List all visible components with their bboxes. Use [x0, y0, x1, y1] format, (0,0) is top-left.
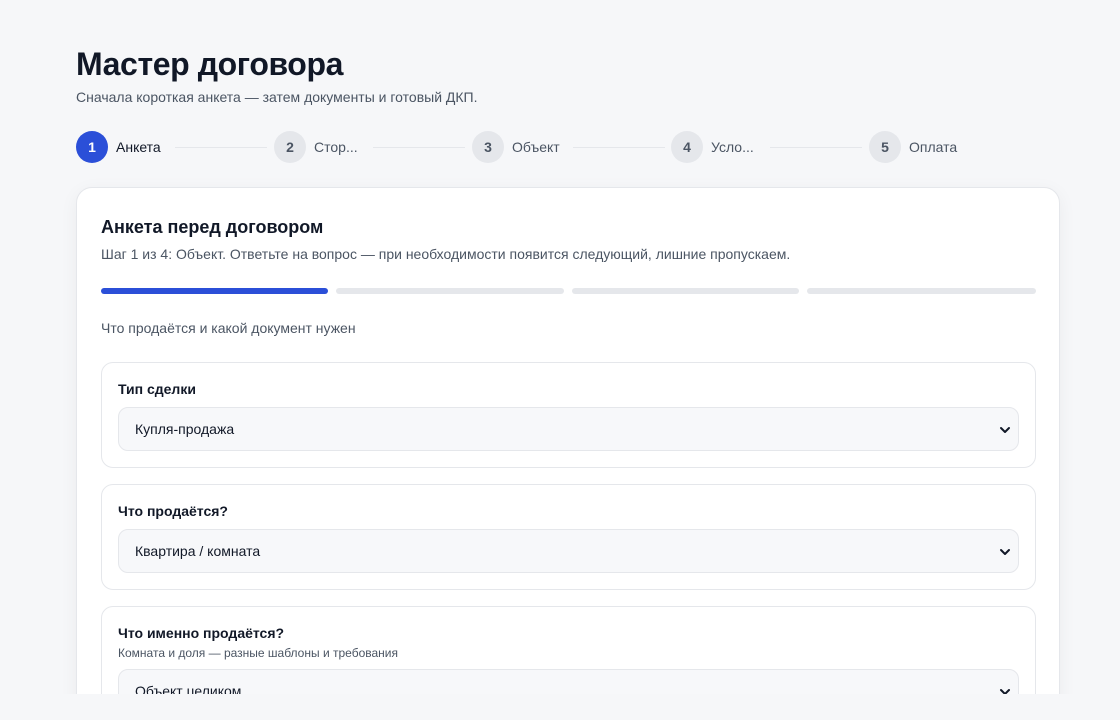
stepper-connector: [770, 147, 862, 148]
chevron-down-icon: [1000, 427, 1010, 433]
progress-segment: [336, 288, 564, 294]
select-value: Купля-продажа: [135, 421, 235, 437]
step-number: 2: [274, 131, 306, 163]
stepper-connector: [175, 147, 267, 148]
step-label: Анкета: [116, 139, 161, 155]
step-label: Оплата: [909, 139, 958, 155]
step-questionnaire[interactable]: 1 Анкета: [76, 131, 161, 163]
select-value: Объект целиком: [135, 683, 242, 694]
chevron-down-icon: [1000, 549, 1010, 555]
sale-scope-select[interactable]: Объект целиком: [118, 669, 1019, 694]
field-label: Что продаётся?: [118, 503, 228, 519]
stepper-connector: [373, 147, 465, 148]
questionnaire-progress: [101, 288, 1036, 294]
select-value: Квартира / комната: [135, 543, 261, 559]
step-label: Стор...: [314, 139, 358, 155]
card-title: Анкета перед договором: [101, 217, 324, 237]
progress-segment: [572, 288, 799, 294]
page: Мастер договора Сначала короткая анкета …: [0, 0, 1120, 720]
card-subtitle: Шаг 1 из 4: Объект. Ответьте на вопрос —…: [101, 246, 791, 262]
questionnaire-card: Анкета перед договором Шаг 1 из 4: Объек…: [76, 187, 1060, 694]
step-payment[interactable]: 5 Оплата: [869, 131, 957, 163]
step-object[interactable]: 3 Объект: [472, 131, 560, 163]
stepper-connector: [573, 147, 665, 148]
progress-segment: [807, 288, 1036, 294]
property-kind-select[interactable]: Квартира / комната: [118, 529, 1019, 573]
progress-segment: [101, 288, 328, 294]
page-subtitle: Сначала короткая анкета — затем документ…: [76, 89, 478, 105]
field-sale-scope: Что именно продаётся? Комната и доля — р…: [101, 606, 1036, 694]
wizard-stepper: 1 Анкета 2 Стор... 3 Объект 4 Усло... 5 …: [76, 131, 976, 163]
deal-type-select[interactable]: Купля-продажа: [118, 407, 1019, 451]
field-property-kind: Что продаётся? Квартира / комната: [101, 484, 1036, 590]
step-label: Усло...: [711, 139, 754, 155]
chevron-down-icon: [1000, 689, 1010, 694]
field-label: Тип сделки: [118, 381, 196, 397]
field-label: Что именно продаётся?: [118, 625, 285, 641]
step-label: Объект: [512, 139, 560, 155]
step-parties[interactable]: 2 Стор...: [274, 131, 358, 163]
scroll-viewport[interactable]: Мастер договора Сначала короткая анкета …: [0, 0, 1120, 694]
step-number: 1: [76, 131, 108, 163]
step-number: 3: [472, 131, 504, 163]
section-title: Что продаётся и какой документ нужен: [101, 320, 356, 336]
step-number: 5: [869, 131, 901, 163]
page-title: Мастер договора: [76, 46, 344, 82]
step-conditions[interactable]: 4 Усло...: [671, 131, 754, 163]
step-number: 4: [671, 131, 703, 163]
field-hint: Комната и доля — разные шаблоны и требов…: [118, 646, 398, 660]
field-deal-type: Тип сделки Купля-продажа: [101, 362, 1036, 468]
